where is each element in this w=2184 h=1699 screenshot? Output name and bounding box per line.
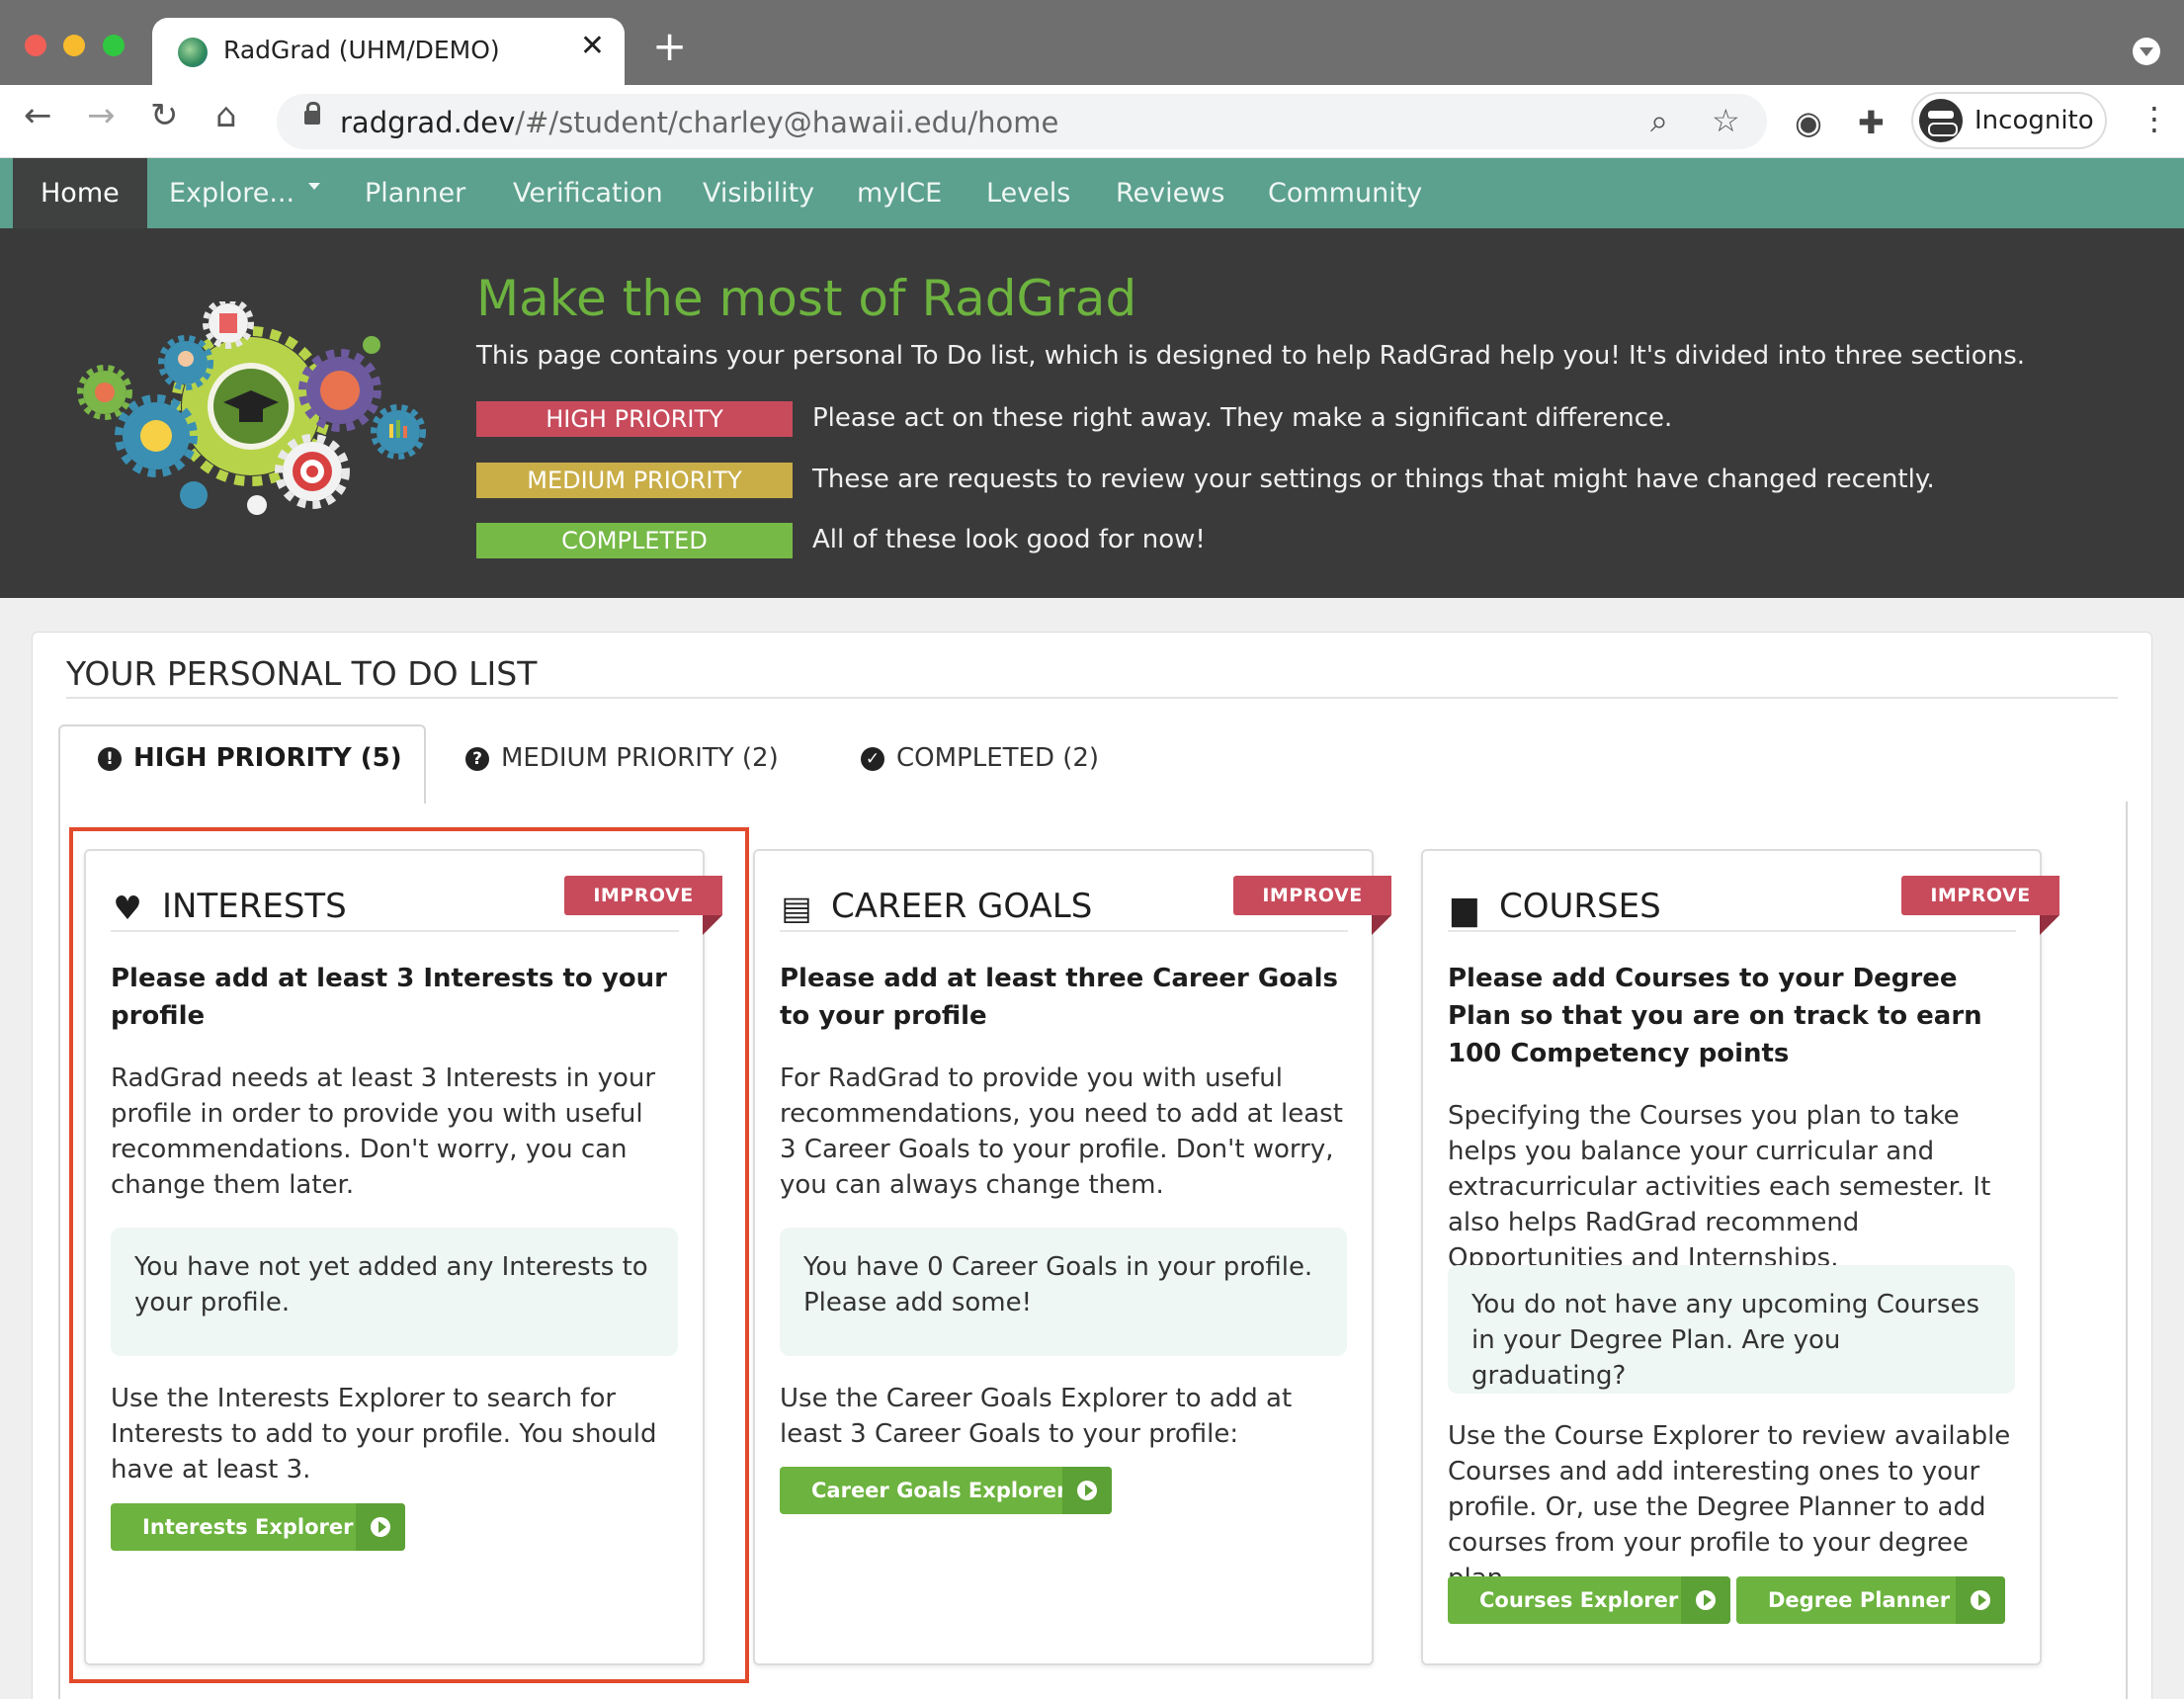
banner-description: This page contains your personal To Do l…: [476, 341, 2026, 371]
nav-community[interactable]: Community: [1240, 158, 1450, 228]
improve-badge: IMPROVE: [1901, 876, 2059, 935]
card-heading-label: COURSES: [1499, 887, 1661, 926]
briefcase-icon: ▤: [781, 889, 812, 927]
button-label: Career Goals Explorer: [811, 1479, 1067, 1502]
button-label: Courses Explorer: [1479, 1588, 1679, 1612]
degree-planner-button[interactable]: Degree Planner: [1736, 1576, 2005, 1624]
card-status-note: You have 0 Career Goals in your profile.…: [780, 1228, 1347, 1356]
radgrad-favicon-icon: [178, 38, 208, 67]
reload-icon[interactable]: ↻: [150, 99, 179, 132]
medium-priority-chip: MEDIUM PRIORITY: [476, 463, 793, 498]
nav-reviews[interactable]: Reviews: [1088, 158, 1252, 228]
dropdown-caret-icon: [308, 183, 321, 190]
bookmark-star-icon[interactable]: ☆: [1712, 102, 1740, 139]
tab-completed-label: COMPLETED (2): [896, 743, 1100, 773]
home-icon[interactable]: ⌂: [215, 99, 237, 132]
todo-card-career-goals: ▤ CAREER GOALS IMPROVE Please add at leas…: [753, 849, 1391, 1665]
gears-illustration: [77, 301, 426, 515]
incognito-profile-button[interactable]: Incognito: [1911, 92, 2107, 149]
browser-tab-active[interactable]: RadGrad (UHM/DEMO) ✕: [152, 18, 625, 85]
card-body: For RadGrad to provide you with useful r…: [780, 1063, 1343, 1200]
nav-verification[interactable]: Verification: [485, 158, 691, 228]
window-close-button[interactable]: [25, 35, 46, 56]
password-manager-extension-icon[interactable]: ◉: [1795, 107, 1822, 138]
card-action-text: Use the Career Goals Explorer to add at …: [780, 1384, 1293, 1449]
tab-search-button[interactable]: [2133, 38, 2160, 65]
card-body: Specifying the Courses you plan to take …: [1448, 1101, 1991, 1273]
browser-tab-title: RadGrad (UHM/DEMO): [223, 36, 500, 64]
completed-description: All of these look good for now!: [812, 525, 1206, 554]
incognito-label: Incognito: [1974, 106, 2094, 135]
zoom-icon[interactable]: ⌕: [1650, 102, 1668, 140]
new-tab-button[interactable]: +: [652, 26, 687, 67]
button-label: Degree Planner: [1768, 1588, 1951, 1612]
browser-toolbar: ← → ↻ ⌂ radgrad.dev/#/student/charley@ha…: [0, 85, 2184, 158]
nav-planner[interactable]: Planner: [337, 158, 493, 228]
completed-chip: COMPLETED: [476, 523, 793, 558]
card-action-text: Use the Course Explorer to review availa…: [1448, 1421, 2011, 1593]
address-bar[interactable]: radgrad.dev/#/student/charley@hawaii.edu…: [277, 94, 1767, 149]
todo-section-title: YOUR PERSONAL TO DO LIST: [66, 654, 538, 693]
card-title: Please add Courses to your Degree Plan s…: [1448, 964, 1982, 1068]
highlight-annotation: [69, 827, 749, 1683]
card-heading: ▤ CAREER GOALS: [780, 887, 1092, 927]
hero-banner: Make the most of RadGrad This page conta…: [0, 228, 2184, 598]
improve-badge: IMPROVE: [1233, 876, 1391, 935]
back-icon[interactable]: ←: [24, 99, 52, 132]
tab-high-priority-label: HIGH PRIORITY (5): [133, 743, 402, 773]
check-circle-icon: ✓: [861, 747, 884, 771]
forward-icon[interactable]: →: [87, 99, 116, 132]
app-nav-bar: Home Explore... Planner Verification Vis…: [0, 158, 2184, 228]
incognito-icon: [1919, 99, 1963, 142]
question-circle-icon: ?: [465, 747, 489, 771]
tab-medium-priority-label: MEDIUM PRIORITY (2): [501, 743, 779, 773]
card-divider: [780, 930, 1348, 932]
card-divider: [1448, 930, 2016, 932]
arrow-circle-right-icon: [1062, 1467, 1112, 1514]
section-divider: [66, 697, 2118, 699]
medium-priority-description: These are requests to review your settin…: [812, 465, 1935, 494]
nav-explore[interactable]: Explore...: [141, 158, 348, 228]
card-title: Please add at least three Career Goals t…: [780, 964, 1339, 1031]
lock-icon: [304, 102, 320, 125]
tab-medium-priority[interactable]: ? MEDIUM PRIORITY (2): [465, 743, 779, 773]
nav-visibility[interactable]: Visibility: [675, 158, 842, 228]
tab-high-priority[interactable]: ! HIGH PRIORITY (5): [98, 743, 402, 773]
arrow-circle-right-icon: [1956, 1576, 2005, 1624]
browser-tab-strip: RadGrad (UHM/DEMO) ✕ +: [0, 0, 2184, 85]
card-heading-label: CAREER GOALS: [831, 887, 1093, 926]
high-priority-description: Please act on these right away. They mak…: [812, 403, 1673, 433]
browser-menu-icon[interactable]: ⋮: [2139, 103, 2170, 134]
window-minimize-button[interactable]: [63, 35, 85, 56]
nav-levels[interactable]: Levels: [959, 158, 1098, 228]
nav-myice[interactable]: myICE: [829, 158, 969, 228]
tab-close-icon[interactable]: ✕: [580, 32, 605, 61]
tab-completed[interactable]: ✓ COMPLETED (2): [861, 743, 1099, 773]
arrow-circle-right-icon: [1681, 1576, 1730, 1624]
window-maximize-button[interactable]: [103, 35, 125, 56]
card-status-note: You do not have any upcoming Courses in …: [1448, 1265, 2015, 1394]
exclamation-circle-icon: !: [98, 747, 122, 771]
book-icon: ▆: [1452, 889, 1477, 927]
card-heading: ▆ COURSES: [1448, 887, 1661, 927]
todo-card-courses: ▆ COURSES IMPROVE Please add Courses to y…: [1421, 849, 2059, 1665]
high-priority-chip: HIGH PRIORITY: [476, 401, 793, 437]
courses-explorer-button[interactable]: Courses Explorer: [1448, 1576, 1730, 1624]
banner-title: Make the most of RadGrad: [476, 270, 1137, 327]
url-text[interactable]: radgrad.dev/#/student/charley@hawaii.edu…: [340, 106, 1058, 139]
nav-home[interactable]: Home: [13, 158, 147, 228]
career-goals-explorer-button[interactable]: Career Goals Explorer: [780, 1467, 1112, 1514]
nav-explore-label: Explore...: [169, 178, 295, 209]
extensions-puzzle-icon[interactable]: ✚: [1858, 107, 1885, 138]
